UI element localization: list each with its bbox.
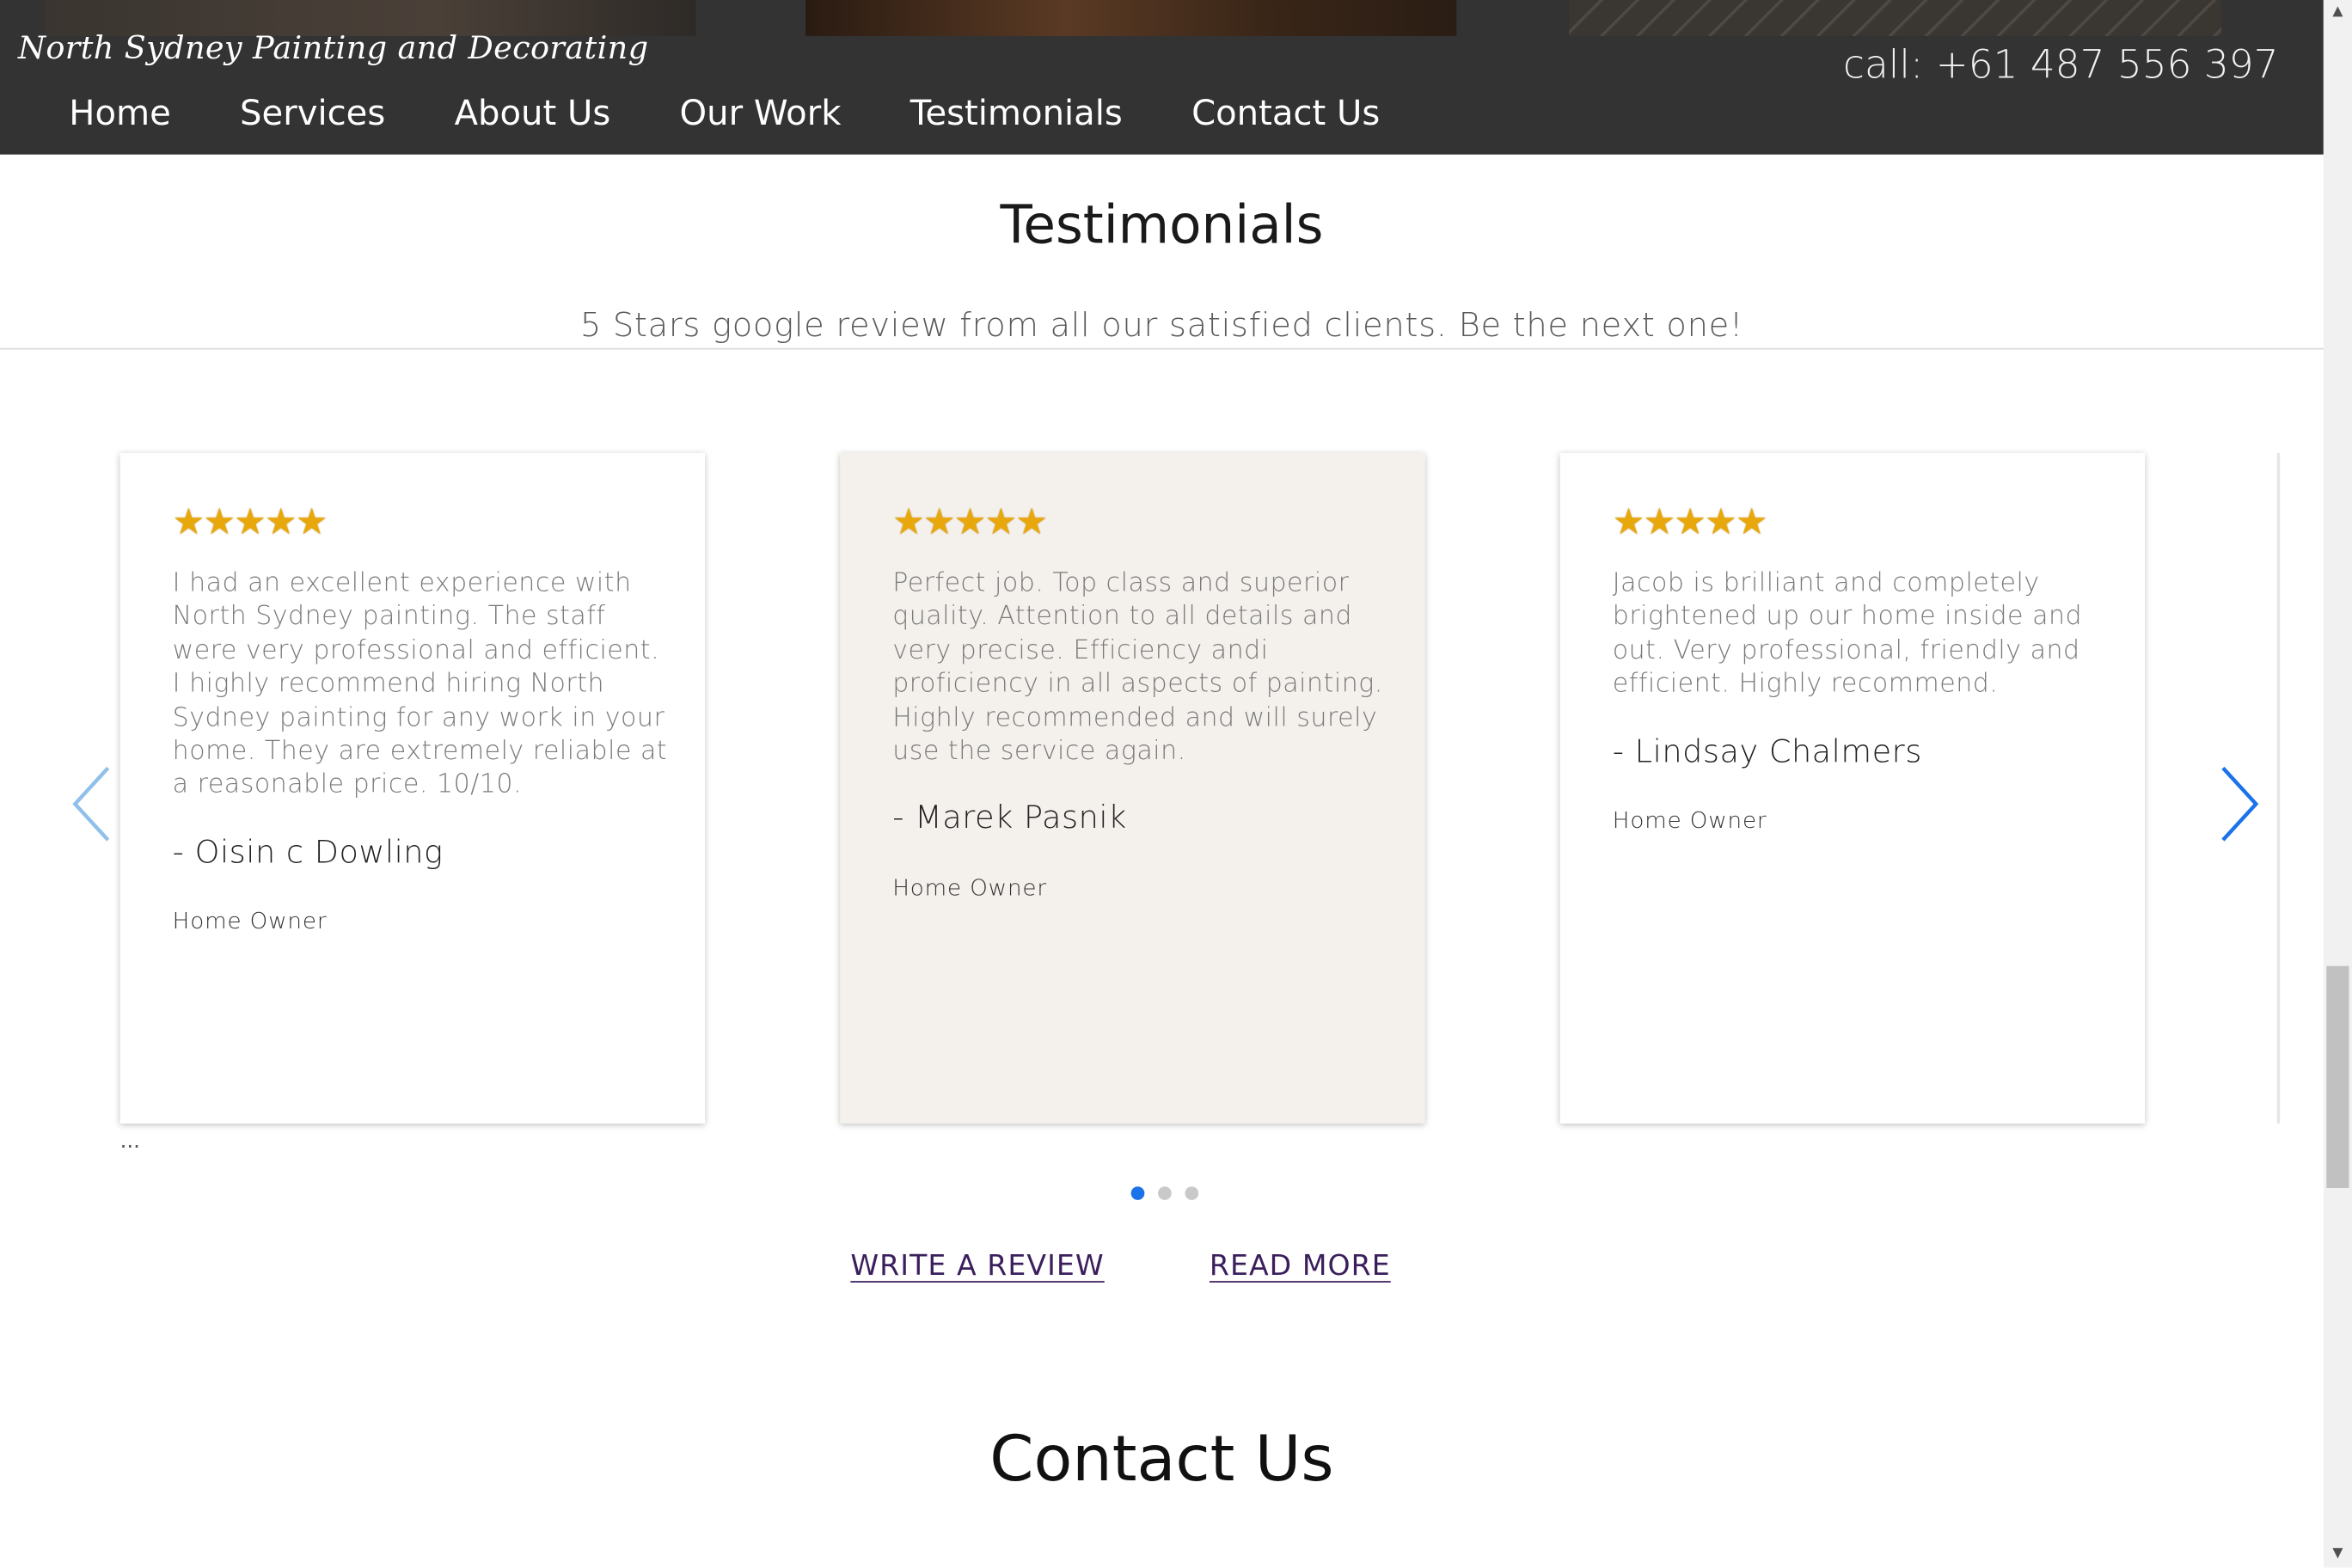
testimonial-body: Perfect job. Top class and superior qual… [892, 567, 1387, 905]
review-links: WRITE A REVIEW READ MORE [850, 1250, 1390, 1283]
testimonials-title: Testimonials [1000, 196, 1324, 257]
nav-our-work[interactable]: Our Work [680, 95, 842, 133]
testimonial-text: I had an excellent experience with North… [172, 568, 668, 800]
carousel-pagination [1130, 1186, 1199, 1200]
carousel-next-arrow-icon[interactable] [2217, 762, 2262, 846]
testimonial-card: ★★★★★ Perfect job. Top class and superio… [840, 452, 1425, 1124]
nav-home[interactable]: Home [69, 95, 171, 133]
vertical-scrollbar[interactable]: ▲ ▼ [2323, 0, 2352, 1568]
nav-contact-us[interactable]: Contact Us [1191, 95, 1380, 133]
testimonial-role: Home Owner [892, 874, 1048, 902]
site-header: North Sydney Painting and Decorating cal… [0, 0, 2324, 155]
phone-number[interactable]: call: +61 487 556 397 [1843, 44, 2278, 89]
star-rating-icon: ★★★★★ [1612, 500, 1768, 543]
star-rating-icon: ★★★★★ [172, 500, 328, 543]
page: North Sydney Painting and Decorating cal… [0, 0, 2352, 1568]
nav-about-us[interactable]: About Us [455, 95, 611, 133]
testimonial-card: ★★★★★ Jacob is brilliant and completely … [1559, 452, 2146, 1124]
star-rating-icon: ★★★★★ [892, 500, 1048, 543]
carousel-dot-2[interactable] [1158, 1186, 1172, 1200]
truncation-ellipsis: ... [119, 1129, 140, 1154]
nav-testimonials[interactable]: Testimonials [910, 95, 1123, 133]
testimonial-role: Home Owner [1612, 806, 1767, 835]
testimonial-body: I had an excellent experience with North… [173, 567, 668, 939]
carousel-prev-arrow-icon[interactable] [69, 762, 113, 846]
contact-title: Contact Us [989, 1422, 1334, 1496]
carousel-dot-1[interactable] [1130, 1186, 1145, 1200]
testimonial-author: - Marek Pasnik [892, 799, 1127, 836]
testimonial-role: Home Owner [172, 908, 328, 935]
testimonial-card-next-peek [2276, 452, 2281, 1124]
testimonial-author: - Lindsay Chalmers [1612, 732, 1922, 769]
main-nav: Home Services About Us Our Work Testimon… [69, 95, 1449, 133]
scrollbar-thumb[interactable] [2326, 965, 2349, 1188]
testimonials-subtitle: 5 Stars google review from all our satis… [579, 307, 1744, 346]
testimonial-card: ★★★★★ I had an excellent experience with… [119, 452, 706, 1124]
testimonial-author: - Oisin c Dowling [172, 833, 444, 870]
scroll-down-icon[interactable]: ▼ [2324, 1542, 2352, 1568]
testimonial-body: Jacob is brilliant and completely bright… [1613, 567, 2108, 838]
hero-image-right [1569, 0, 2222, 36]
testimonial-text: Jacob is brilliant and completely bright… [1612, 568, 2083, 700]
section-divider [0, 347, 2324, 350]
read-more-link[interactable]: READ MORE [1210, 1250, 1391, 1283]
hero-image-center [805, 0, 1457, 36]
carousel-dot-3[interactable] [1185, 1186, 1199, 1200]
write-review-link[interactable]: WRITE A REVIEW [850, 1250, 1104, 1283]
testimonial-text: Perfect job. Top class and superior qual… [892, 568, 1383, 767]
nav-services[interactable]: Services [240, 95, 385, 133]
scroll-up-icon[interactable]: ▲ [2324, 0, 2352, 26]
site-logo[interactable]: North Sydney Painting and Decorating [18, 30, 648, 66]
